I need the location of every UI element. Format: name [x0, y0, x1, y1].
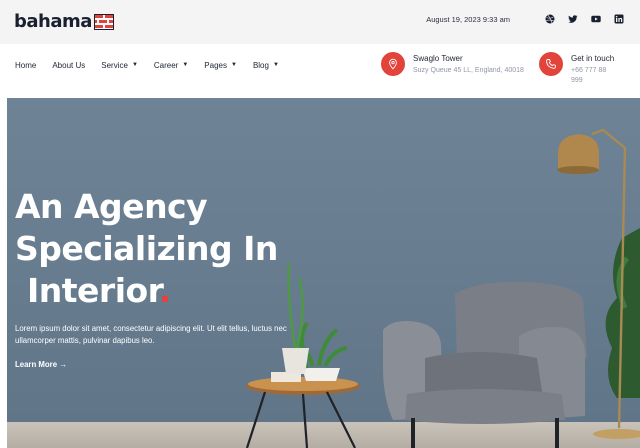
- learn-more-link[interactable]: Learn More →: [15, 360, 67, 369]
- nav-home-label: Home: [15, 60, 37, 70]
- nav-career[interactable]: Career ▼: [154, 60, 188, 70]
- location-title: Swaglo Tower: [413, 54, 463, 63]
- brick-logo-icon: [93, 13, 114, 30]
- armchair-illustration: [383, 281, 587, 448]
- nav-service[interactable]: Service ▼: [101, 60, 138, 70]
- hero-heading-line-3: Interior.: [15, 270, 315, 312]
- chevron-down-icon: ▼: [272, 62, 279, 68]
- hero-heading-line-1: An Agency: [15, 187, 208, 226]
- nav-blog-label: Blog: [252, 60, 269, 70]
- hero-heading-word: Interior: [27, 271, 159, 310]
- social-links: [532, 14, 624, 24]
- chevron-down-icon: ▼: [230, 62, 237, 68]
- learn-more-label: Learn More: [15, 360, 58, 369]
- location-info: Swaglo Tower Suzy Queue 45 LL, England, …: [381, 52, 524, 76]
- nav-service-label: Service: [101, 60, 128, 70]
- current-date: August 19, 2023 9:33 am: [426, 14, 510, 24]
- hero-heading: An Agency Specializing In Interior.: [15, 186, 315, 312]
- accent-dot: .: [158, 271, 172, 310]
- phone-number[interactable]: +66 777 88 999: [571, 66, 619, 86]
- chevron-down-icon: ▼: [131, 62, 138, 68]
- brand-name: bahama: [14, 11, 92, 32]
- hero-banner: An Agency Specializing In Interior. Lore…: [7, 98, 640, 448]
- hero-heading-line-2: Specializing In: [15, 229, 278, 268]
- chevron-down-icon: ▼: [182, 62, 189, 68]
- youtube-icon[interactable]: [591, 14, 601, 24]
- linkedin-icon[interactable]: [614, 14, 624, 24]
- phone-icon: [539, 52, 563, 76]
- top-bar: bahama August 19, 2023 9:33 am: [0, 0, 640, 44]
- phone-info: Get in touch +66 777 88 999: [539, 52, 619, 86]
- location-address: Suzy Queue 45 LL, England, 40018: [413, 67, 524, 74]
- hero-description: Lorem ipsum dolor sit amet, consectetur …: [15, 324, 287, 345]
- dribbble-icon[interactable]: [545, 14, 555, 24]
- map-pin-icon: [381, 52, 405, 76]
- nav-pages-label: Pages: [204, 60, 227, 70]
- nav-about-us[interactable]: About Us: [52, 60, 85, 70]
- nav-blog[interactable]: Blog ▼: [253, 60, 279, 70]
- nav-pages[interactable]: Pages ▼: [204, 60, 237, 70]
- nav-home[interactable]: Home: [15, 60, 36, 70]
- brand-logo[interactable]: bahama: [14, 11, 114, 32]
- nav-about-label: About Us: [52, 60, 86, 70]
- phone-title: Get in touch: [571, 54, 615, 63]
- main-menu: Home About Us Service ▼ Career ▼ Pages ▼ Bl…: [15, 60, 295, 70]
- arrow-right-icon: →: [59, 360, 67, 369]
- nav-career-label: Career: [153, 60, 179, 70]
- twitter-icon[interactable]: [568, 14, 578, 24]
- main-navbar: Home About Us Service ▼ Career ▼ Pages ▼ Bl…: [0, 44, 640, 98]
